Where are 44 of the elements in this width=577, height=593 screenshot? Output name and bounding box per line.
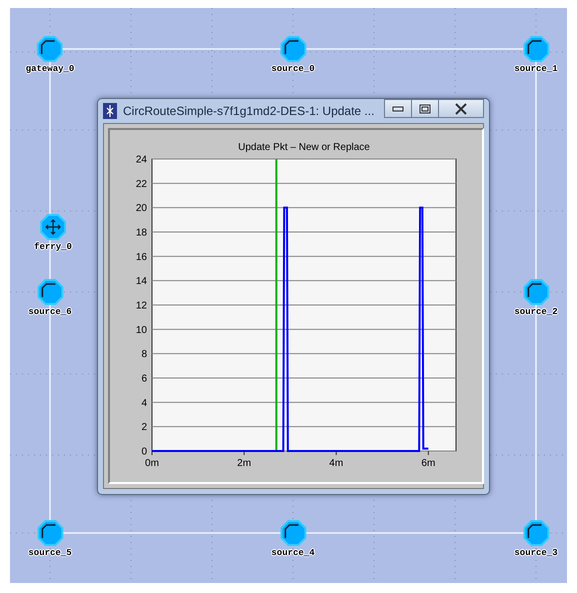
x-tick-label: 0m [145, 458, 159, 469]
chart-title: Update Pkt – New or Replace [238, 142, 370, 153]
router-icon[interactable] [40, 214, 66, 240]
close-button[interactable] [438, 99, 484, 118]
y-tick-label: 24 [136, 154, 147, 166]
host-icon[interactable] [37, 279, 63, 305]
y-tick-label: 16 [136, 252, 147, 263]
host-icon[interactable] [523, 279, 549, 305]
y-tick-label: 6 [141, 374, 147, 384]
y-tick-label: 18 [136, 228, 147, 238]
node-label: source_4 [271, 548, 315, 558]
host-icon[interactable] [523, 520, 549, 546]
maximize-button[interactable] [411, 99, 439, 118]
y-tick-label: 12 [136, 300, 147, 312]
node-label: gateway_0 [26, 64, 74, 74]
y-tick-label: 10 [136, 324, 147, 336]
node-label: source_0 [271, 64, 315, 74]
host-icon[interactable] [280, 36, 306, 62]
node-label: source_5 [28, 548, 72, 558]
y-tick-label: 4 [141, 398, 147, 409]
node-label: ferry_0 [34, 242, 72, 252]
x-tick-label: 4m [329, 458, 344, 469]
app-icon [103, 103, 117, 119]
y-tick-label: 8 [141, 349, 147, 360]
host-icon[interactable] [523, 36, 549, 62]
y-tick-label: 14 [136, 276, 147, 288]
host-icon[interactable] [37, 36, 63, 62]
y-tick-label: 22 [136, 178, 147, 190]
node-label: source_1 [514, 64, 558, 74]
maximize-icon [419, 104, 431, 114]
close-icon [454, 102, 468, 114]
window-title: CircRouteSimple-s7f1g1md2-DES-1: Update ... [123, 104, 376, 118]
host-icon[interactable] [37, 520, 63, 546]
host-icon[interactable] [280, 520, 306, 546]
node-label: source_6 [28, 307, 72, 317]
y-tick-label: 20 [136, 203, 147, 214]
y-tick-label: 2 [141, 422, 147, 434]
node-label: source_3 [514, 548, 558, 558]
y-tick-label: 0 [141, 446, 147, 458]
minimize-button[interactable] [384, 99, 412, 118]
x-tick-label: 2m [237, 458, 252, 469]
minimize-icon [392, 106, 404, 112]
node-label: source_2 [514, 307, 558, 317]
x-tick-label: 6m [421, 458, 436, 469]
